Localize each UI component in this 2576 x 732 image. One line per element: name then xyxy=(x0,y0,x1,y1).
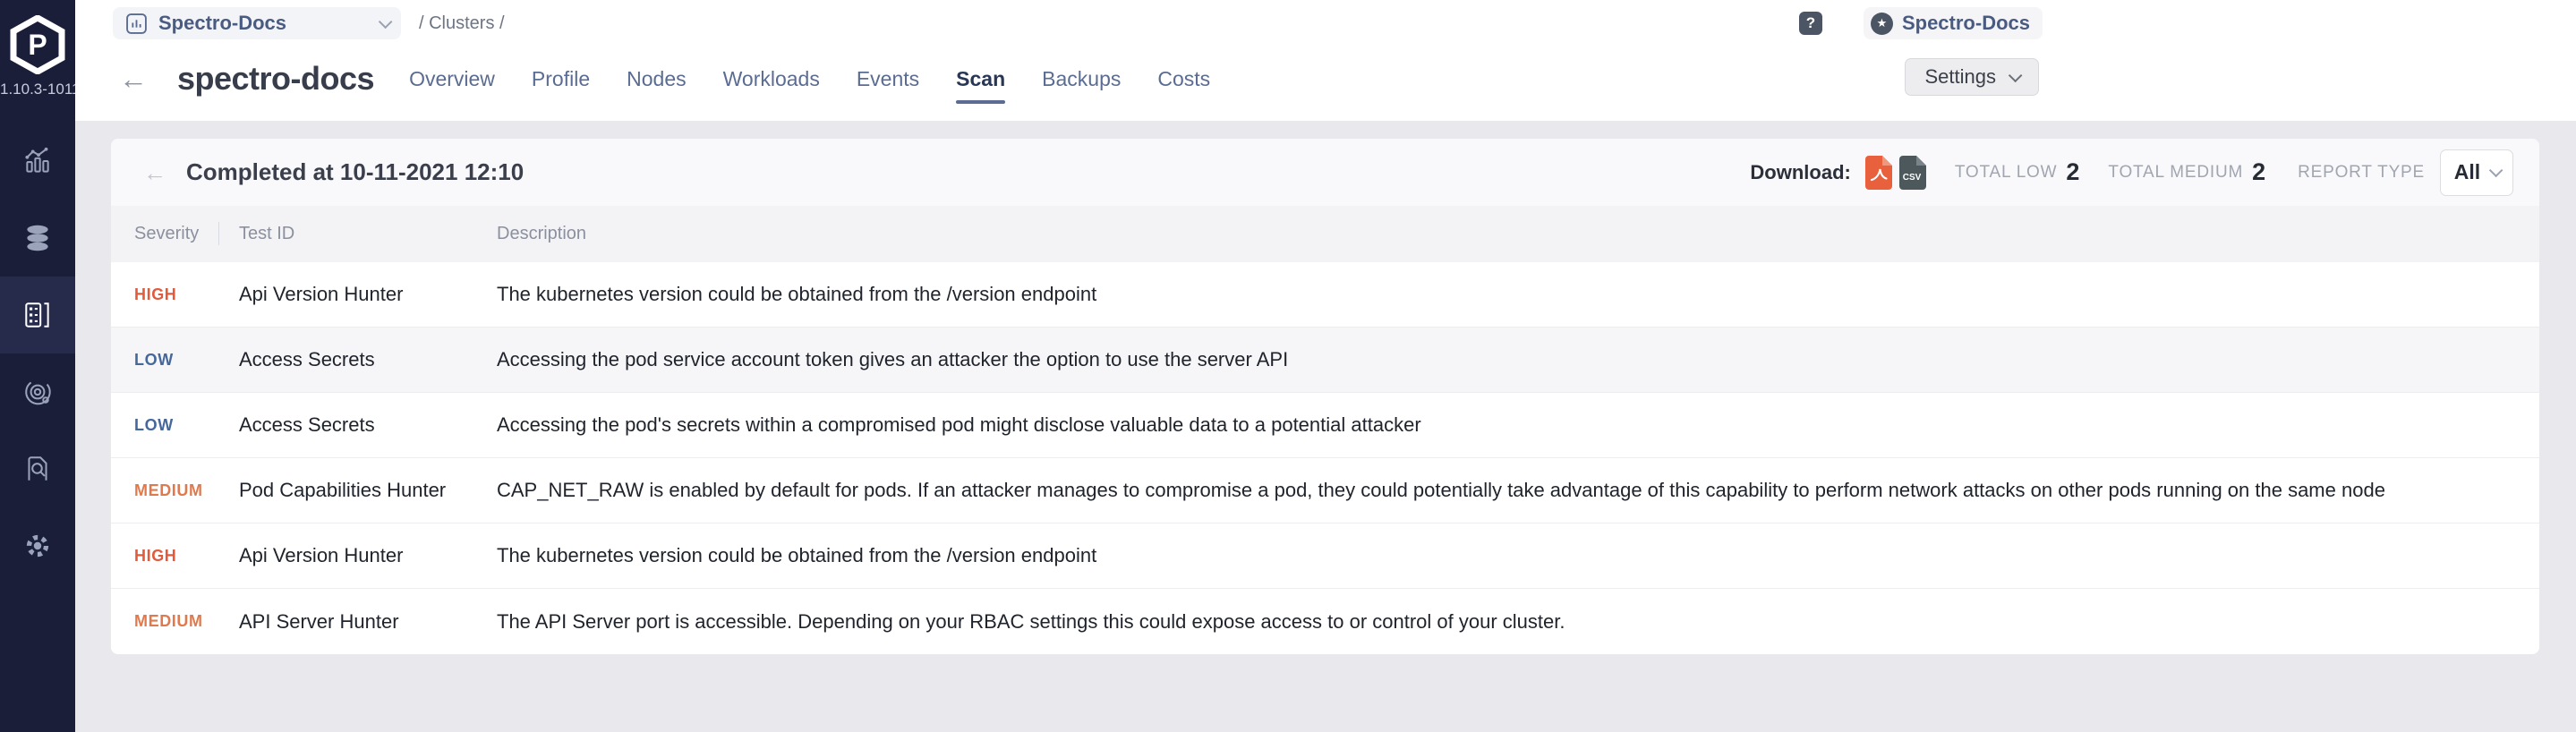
severity-badge: MEDIUM xyxy=(134,612,203,630)
column-test-id: Test ID xyxy=(239,224,497,244)
table-body: HIGH Api Version Hunter The kubernetes v… xyxy=(111,262,2539,654)
severity-badge: HIGH xyxy=(134,547,176,565)
sidebar-item-stats[interactable] xyxy=(0,123,75,200)
report-type-value: All xyxy=(2454,160,2480,184)
description-cell: Accessing the pod service account token … xyxy=(497,348,2539,371)
description-cell: Accessing the pod's secrets within a com… xyxy=(497,413,2539,437)
tabs: Overview Profile Nodes Workloads Events Scan B… xyxy=(409,47,1210,111)
test-id-cell: Pod Capabilities Hunter xyxy=(239,479,497,502)
chevron-down-icon xyxy=(379,14,393,29)
table-row: LOW Access Secrets Accessing the pod's s… xyxy=(111,393,2539,458)
download-csv-icon[interactable]: CSV xyxy=(1899,156,1926,190)
report-type-select[interactable]: All xyxy=(2440,149,2513,196)
sidebar: P 1.10.3-101121 xyxy=(0,0,75,732)
tab-events[interactable]: Events xyxy=(857,47,919,111)
test-id-cell: API Server Hunter xyxy=(239,610,497,634)
back-arrow-icon[interactable]: ← xyxy=(119,64,148,93)
tab-scan[interactable]: Scan xyxy=(956,47,1005,111)
description-cell: CAP_NET_RAW is enabled by default for po… xyxy=(497,479,2539,502)
cluster-header: ← spectro-docs Overview Profile Nodes Workl… xyxy=(75,47,2576,111)
sidebar-item-clusters[interactable] xyxy=(0,277,75,353)
breadcrumb[interactable]: / Clusters / xyxy=(419,13,505,34)
star-icon: ★ xyxy=(1871,13,1893,35)
account-menu[interactable]: ★ Spectro-Docs xyxy=(1864,7,2043,39)
totals-group: TOTAL LOW 2 TOTAL MEDIUM 2 xyxy=(1926,158,2265,186)
topbar: Spectro-Docs / Clusters / ? ★ Spectro-Do… xyxy=(75,0,2576,47)
spectro-cloud-logo-icon: P xyxy=(7,13,68,77)
account-name: Spectro-Docs xyxy=(1902,12,2030,35)
scan-report-card: ← Completed at 10-11-2021 12:10 Download… xyxy=(111,139,2539,654)
project-name: Spectro-Docs xyxy=(158,12,379,35)
chevron-down-icon xyxy=(2009,68,2023,82)
settings-gear-icon xyxy=(21,530,54,562)
total-stat: TOTAL LOW 2 xyxy=(1955,158,2080,186)
test-id-cell: Api Version Hunter xyxy=(239,544,497,567)
main-area: Spectro-Docs / Clusters / ? ★ Spectro-Do… xyxy=(75,0,2576,732)
svg-text:CSV: CSV xyxy=(1903,173,1922,183)
table-row: HIGH Api Version Hunter The kubernetes v… xyxy=(111,262,2539,328)
audit-logs-icon xyxy=(21,453,54,485)
table-row: MEDIUM API Server Hunter The API Server … xyxy=(111,589,2539,654)
tab-backups[interactable]: Backups xyxy=(1042,47,1121,111)
report-toolbar: Download: CSV TOTAL LOW 2 TOTAL xyxy=(1750,139,2513,206)
download-pdf-icon[interactable] xyxy=(1865,156,1892,190)
description-cell: The kubernetes version could be obtained… xyxy=(497,283,2539,306)
tab-overview[interactable]: Overview xyxy=(409,47,495,111)
tab-workloads[interactable]: Workloads xyxy=(723,47,820,111)
table-header: Severity Test ID Description xyxy=(111,206,2539,262)
sidebar-item-settings[interactable] xyxy=(0,507,75,584)
content-area: ← Completed at 10-11-2021 12:10 Download… xyxy=(75,121,2576,732)
table-row: LOW Access Secrets Accessing the pod ser… xyxy=(111,328,2539,393)
table-row: MEDIUM Pod Capabilities Hunter CAP_NET_R… xyxy=(111,458,2539,523)
total-label: TOTAL LOW xyxy=(1955,163,2058,183)
profiles-stack-icon xyxy=(21,222,55,254)
severity-badge: LOW xyxy=(134,351,174,369)
version-label: 1.10.3-101121 xyxy=(0,81,75,98)
total-label: TOTAL MEDIUM xyxy=(2108,163,2243,183)
svg-text:P: P xyxy=(28,29,47,61)
severity-badge: LOW xyxy=(134,416,174,434)
total-value: 2 xyxy=(2066,158,2079,186)
column-severity: Severity xyxy=(111,224,239,244)
report-back-arrow-icon[interactable]: ← xyxy=(143,161,166,184)
severity-badge: HIGH xyxy=(134,285,176,303)
test-id-cell: Access Secrets xyxy=(239,348,497,371)
sidebar-item-profiles[interactable] xyxy=(0,200,75,277)
stats-icon xyxy=(21,145,54,177)
total-stat: TOTAL MEDIUM 2 xyxy=(2108,158,2265,186)
app-root: P 1.10.3-101121 xyxy=(0,0,2576,732)
total-value: 2 xyxy=(2252,158,2265,186)
workspaces-orbit-icon xyxy=(21,376,55,408)
table-row: HIGH Api Version Hunter The kubernetes v… xyxy=(111,523,2539,589)
cluster-title: spectro-docs xyxy=(177,60,374,98)
help-icon[interactable]: ? xyxy=(1799,12,1822,35)
page-header: Spectro-Docs / Clusters / ? ★ Spectro-Do… xyxy=(75,0,2576,121)
test-id-cell: Api Version Hunter xyxy=(239,283,497,306)
sidebar-item-workspaces[interactable] xyxy=(0,353,75,430)
description-cell: The API Server port is accessible. Depen… xyxy=(497,610,2539,634)
scan-report-header: ← Completed at 10-11-2021 12:10 Download… xyxy=(111,139,2539,206)
report-type-label: REPORT TYPE xyxy=(2298,163,2425,183)
settings-button[interactable]: Settings xyxy=(1905,58,2040,96)
column-description: Description xyxy=(497,224,2539,244)
download-label: Download: xyxy=(1750,161,1850,184)
description-cell: The kubernetes version could be obtained… xyxy=(497,544,2539,567)
tab-nodes[interactable]: Nodes xyxy=(627,47,686,111)
tab-costs[interactable]: Costs xyxy=(1157,47,1210,111)
sidebar-item-audit-logs[interactable] xyxy=(0,430,75,507)
clusters-icon xyxy=(21,299,55,331)
bar-chart-icon xyxy=(125,13,148,35)
tab-profile[interactable]: Profile xyxy=(532,47,590,111)
settings-label: Settings xyxy=(1925,65,1997,89)
sidebar-nav xyxy=(0,123,75,584)
project-selector[interactable]: Spectro-Docs xyxy=(113,7,401,39)
chevron-down-icon xyxy=(2489,164,2503,178)
severity-badge: MEDIUM xyxy=(134,481,203,499)
test-id-cell: Access Secrets xyxy=(239,413,497,437)
topbar-right: ? ★ Spectro-Docs xyxy=(1799,7,2043,39)
report-title: Completed at 10-11-2021 12:10 xyxy=(186,158,524,186)
